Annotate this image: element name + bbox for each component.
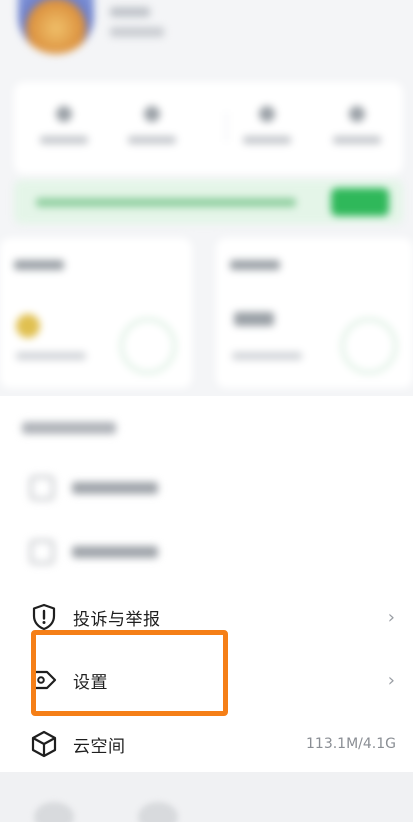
cloud-usage-value: 113.1M/4.1G <box>306 736 396 752</box>
stat-item[interactable] <box>322 106 392 144</box>
profile-header[interactable] <box>18 0 164 54</box>
profile-name-placeholder <box>110 7 150 17</box>
points-card[interactable] <box>216 238 413 388</box>
section-title-placeholder <box>22 422 116 434</box>
stat-label-placeholder <box>243 136 291 144</box>
card-value-placeholder <box>234 312 274 326</box>
stat-icon <box>144 106 160 122</box>
profile-page: 投诉与举报 › 设置 › 云空间 113.1M/4.1G <box>0 0 413 822</box>
blurred-menu-row[interactable] <box>30 538 400 568</box>
ring-decoration <box>341 318 397 374</box>
message-icon <box>30 540 54 564</box>
stat-divider <box>226 112 227 142</box>
chevron-right-icon: › <box>387 606 395 628</box>
card-sub-placeholder <box>16 352 86 360</box>
cloud-space-label: 云空间 <box>73 736 126 757</box>
promo-button[interactable] <box>331 188 389 216</box>
stat-label-placeholder <box>333 136 381 144</box>
calendar-icon <box>30 476 54 500</box>
stats-card <box>14 82 403 174</box>
chevron-right-icon: › <box>387 669 395 691</box>
card-sub-placeholder <box>232 352 302 360</box>
promo-text-placeholder <box>36 198 296 207</box>
blurred-menu-row[interactable] <box>30 474 400 504</box>
settings-row[interactable]: 设置 › <box>0 650 413 710</box>
stat-icon <box>349 106 365 122</box>
complaint-report-label: 投诉与举报 <box>73 609 161 630</box>
settings-label: 设置 <box>73 672 108 693</box>
stat-icon <box>56 106 72 122</box>
row-label-placeholder <box>72 482 158 494</box>
profile-sub-placeholder <box>110 27 164 37</box>
stat-item[interactable] <box>29 106 99 144</box>
stat-icon <box>259 106 275 122</box>
stat-label-placeholder <box>128 136 176 144</box>
avatar[interactable] <box>18 0 94 54</box>
card-title-placeholder <box>230 260 280 270</box>
promo-banner[interactable] <box>14 180 403 224</box>
coin-icon <box>16 314 40 338</box>
exclamation-shield-icon <box>30 603 58 631</box>
complaint-report-row[interactable]: 投诉与举报 › <box>0 587 413 647</box>
cube-icon <box>30 730 58 758</box>
tag-icon <box>30 666 58 694</box>
stat-label-placeholder <box>40 136 88 144</box>
stat-item[interactable] <box>117 106 187 144</box>
row-label-placeholder <box>72 546 158 558</box>
stat-item[interactable] <box>232 106 302 144</box>
ring-decoration <box>120 318 176 374</box>
profile-text <box>110 7 164 37</box>
cloud-space-row[interactable]: 云空间 113.1M/4.1G <box>0 714 413 774</box>
wallet-card[interactable] <box>0 238 192 388</box>
card-title-placeholder <box>14 260 64 270</box>
